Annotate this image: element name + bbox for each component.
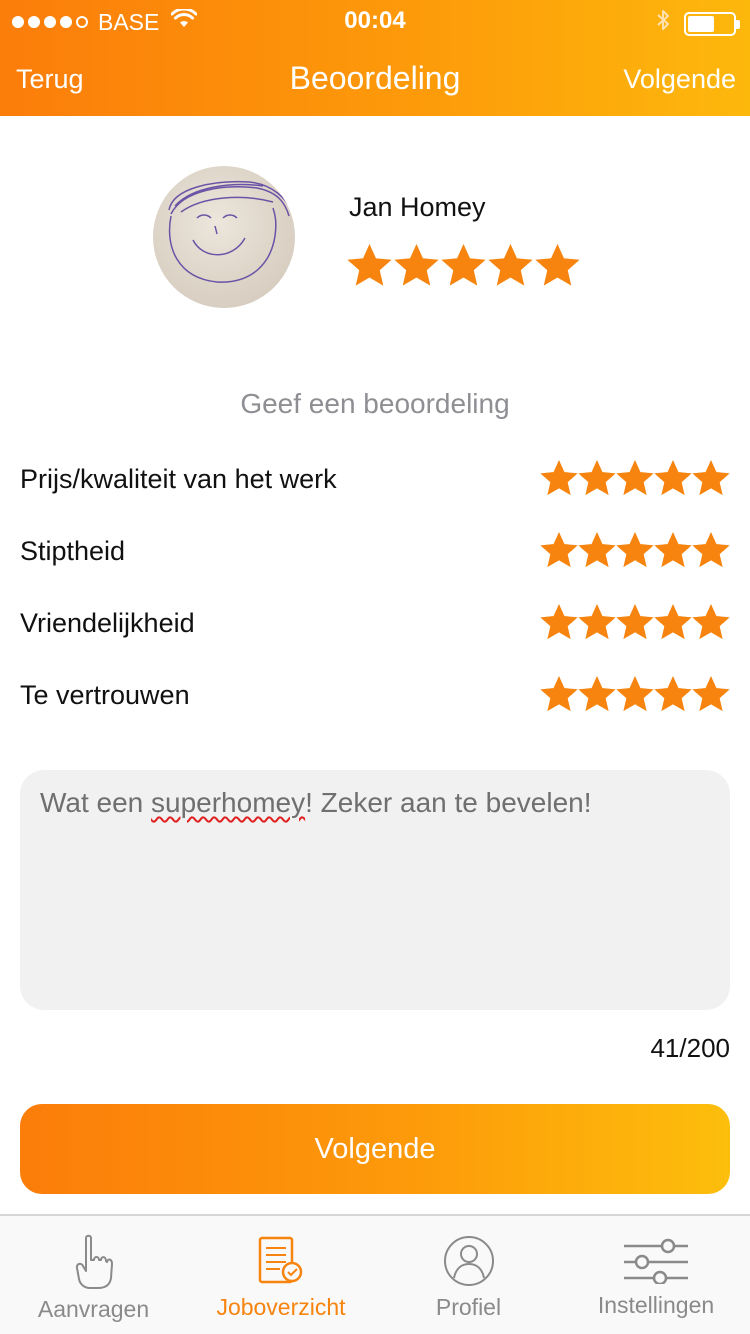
next-nav-button[interactable]: Volgende <box>623 64 736 95</box>
star-icon[interactable] <box>488 244 533 289</box>
star-icon[interactable] <box>347 244 392 289</box>
app-header: BASE 00:04 Terug Beoordeling Volgende <box>0 0 750 116</box>
character-counter: 41/200 <box>650 1033 730 1063</box>
tab-profiel[interactable]: Profiel <box>375 1216 562 1334</box>
rating-stars[interactable] <box>540 604 730 642</box>
rating-heading: Geef een beoordeling <box>240 388 510 419</box>
battery-icon <box>684 11 740 36</box>
comment-textarea[interactable]: Wat een superhomey! Zeker aan te bevelen… <box>20 770 730 1010</box>
tab-bar: Aanvragen Joboverzicht Profiel Instellin… <box>0 1214 750 1334</box>
profile-name: Jan Homey <box>349 192 486 222</box>
rating-label: Prijs/kwaliteit van het werk <box>20 464 337 494</box>
hand-pointing-icon <box>74 1234 114 1295</box>
battery-fill <box>688 15 715 32</box>
tab-instellingen[interactable]: Instellingen <box>562 1216 750 1334</box>
star-icon[interactable] <box>616 532 654 570</box>
rating-stars[interactable] <box>540 460 730 498</box>
user-icon <box>442 1234 496 1293</box>
star-icon[interactable] <box>540 676 578 714</box>
next-button[interactable]: Volgende <box>20 1104 730 1194</box>
tab-aanvragen[interactable]: Aanvragen <box>0 1216 187 1334</box>
star-icon[interactable] <box>692 604 730 642</box>
star-icon[interactable] <box>578 460 616 498</box>
bluetooth-icon <box>656 8 670 39</box>
star-icon[interactable] <box>692 532 730 570</box>
rating-label: Vriendelijkheid <box>20 608 195 638</box>
rating-label: Te vertrouwen <box>20 680 190 710</box>
misspelled-word: superhomey <box>151 787 306 818</box>
star-icon[interactable] <box>540 460 578 498</box>
status-time: 00:04 <box>344 7 406 34</box>
star-icon[interactable] <box>692 460 730 498</box>
status-right <box>656 8 740 39</box>
star-icon[interactable] <box>692 676 730 714</box>
profile-rating <box>347 244 580 289</box>
drawn-face-avatar <box>168 180 292 283</box>
comment-text-part: ! Zeker aan te bevelen! <box>305 787 592 818</box>
star-icon[interactable] <box>654 460 692 498</box>
star-icon[interactable] <box>540 532 578 570</box>
rating-row-punctuality: Stiptheid <box>20 522 730 582</box>
star-icon[interactable] <box>654 604 692 642</box>
star-icon[interactable] <box>616 604 654 642</box>
tab-label: Profiel <box>435 1294 502 1320</box>
rating-stars[interactable] <box>540 676 730 714</box>
comment-text: Wat een superhomey! Zeker aan te bevelen… <box>40 786 710 820</box>
star-icon[interactable] <box>578 676 616 714</box>
star-icon[interactable] <box>441 244 486 289</box>
comment-text-part: Wat een <box>40 787 152 818</box>
status-bar: BASE 00:04 <box>0 0 750 40</box>
star-icon[interactable] <box>394 244 439 289</box>
star-icon[interactable] <box>578 604 616 642</box>
tab-label: Aanvragen <box>37 1296 150 1322</box>
tab-joboverzicht[interactable]: Joboverzicht <box>187 1216 375 1334</box>
star-icon[interactable] <box>535 244 580 289</box>
rating-row-friendliness: Vriendelijkheid <box>20 594 730 654</box>
rating-label: Stiptheid <box>20 536 126 566</box>
star-icon[interactable] <box>654 532 692 570</box>
tab-label: Instellingen <box>597 1292 715 1318</box>
star-icon[interactable] <box>654 676 692 714</box>
star-icon[interactable] <box>540 604 578 642</box>
rating-row-price-quality: Prijs/kwaliteit van het werk <box>20 450 730 510</box>
document-check-icon <box>256 1234 306 1293</box>
tab-label: Joboverzicht <box>216 1294 346 1320</box>
avatar <box>153 166 295 308</box>
star-icon[interactable] <box>616 460 654 498</box>
rating-row-trustworthiness: Te vertrouwen <box>20 666 730 726</box>
star-icon[interactable] <box>578 532 616 570</box>
sliders-icon <box>622 1238 690 1289</box>
star-icon[interactable] <box>616 676 654 714</box>
rating-stars[interactable] <box>540 532 730 570</box>
